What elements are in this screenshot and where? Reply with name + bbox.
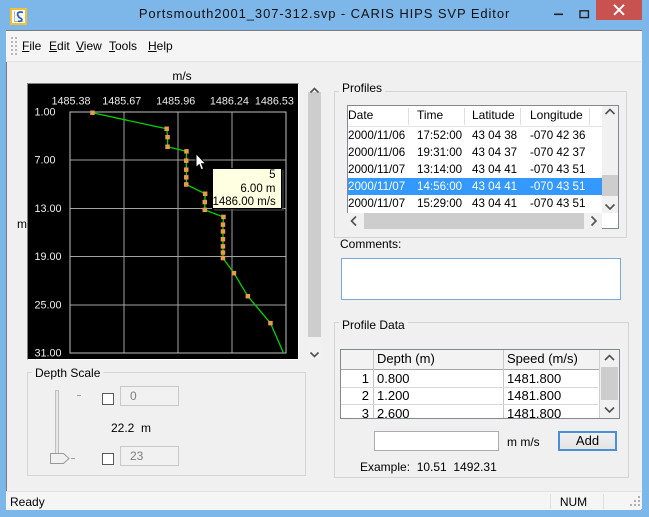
svg-text:1485.67: 1485.67 — [102, 96, 141, 108]
svg-text:1.00: 1.00 — [35, 107, 56, 119]
svg-text:13.00: 13.00 — [35, 203, 62, 215]
svg-text:1486.24: 1486.24 — [210, 96, 249, 108]
svg-text:25.00: 25.00 — [35, 299, 62, 311]
svg-text:19.00: 19.00 — [35, 251, 62, 263]
svg-text:31.00: 31.00 — [35, 348, 62, 360]
svg-text:1485.38: 1485.38 — [51, 96, 90, 108]
svg-text:7.00: 7.00 — [35, 155, 56, 167]
svg-text:1485.96: 1485.96 — [156, 96, 195, 108]
svg-text:1486.53: 1486.53 — [255, 96, 294, 108]
